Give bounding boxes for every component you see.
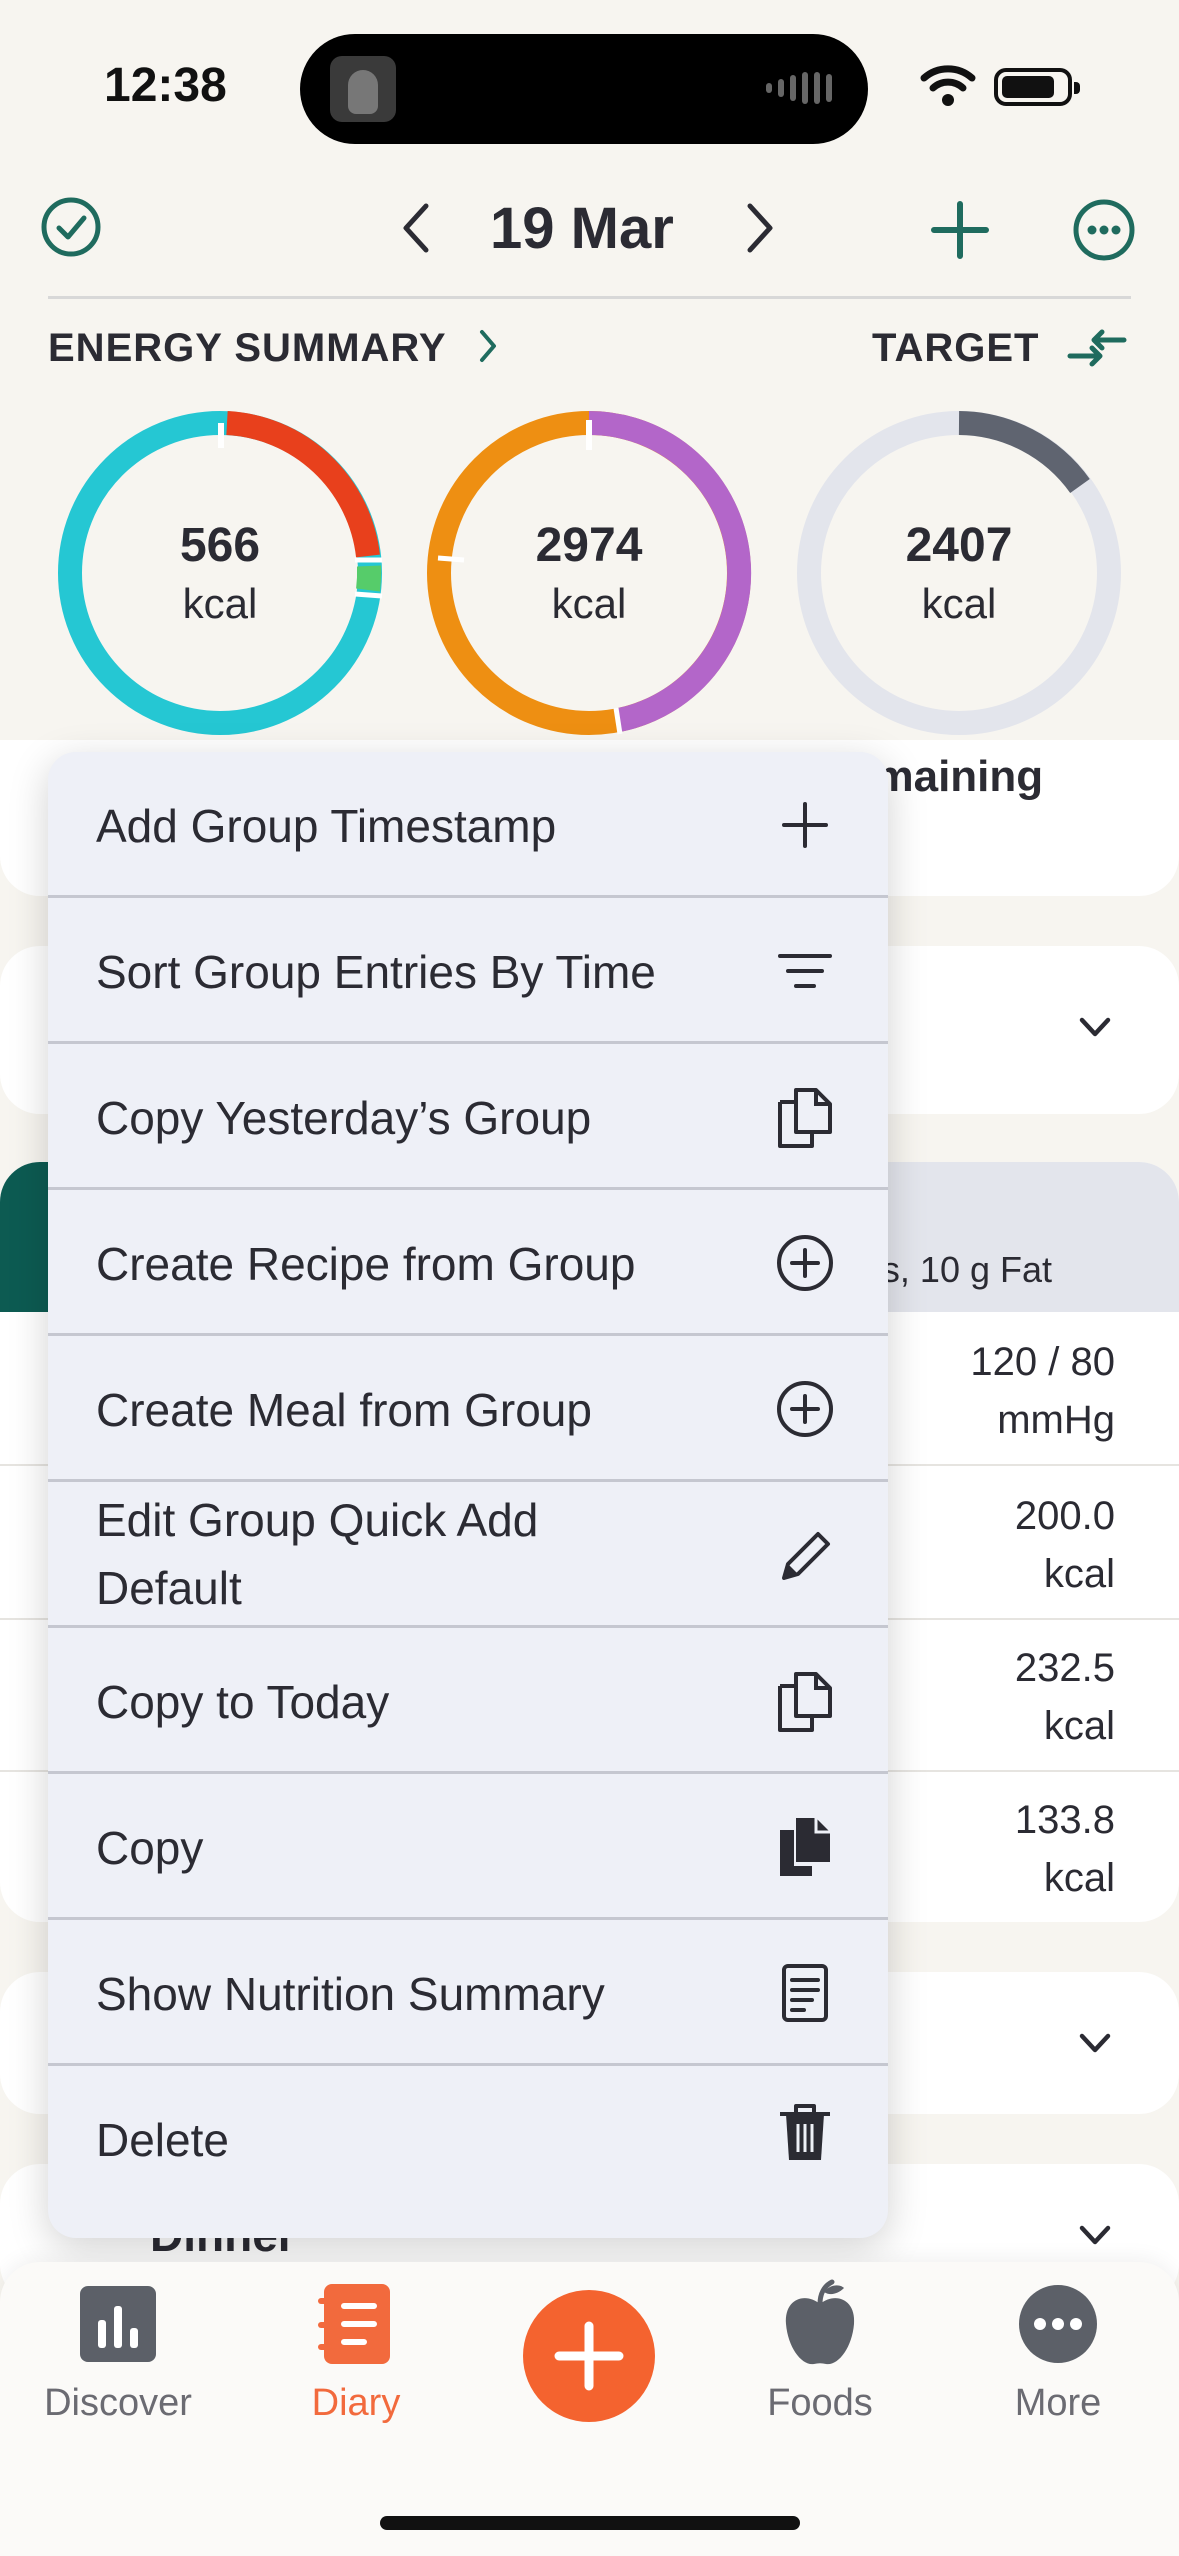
- chevron-right-icon[interactable]: [740, 200, 780, 256]
- menu-item-show-nutrition-summary[interactable]: Show Nutrition Summary: [48, 1920, 888, 2066]
- menu-item-label: Create Meal from Group: [96, 1384, 592, 1436]
- entry-value-1a: 120 / 80: [970, 1340, 1115, 1384]
- menu-item-label: Copy Yesterday’s Group: [96, 1092, 592, 1144]
- wifi-icon: [920, 65, 976, 106]
- circle-plus-icon: [777, 1235, 833, 1291]
- pencil-icon: [782, 1532, 830, 1580]
- dynamic-island[interactable]: [300, 34, 868, 144]
- add-fab-button[interactable]: [523, 2290, 655, 2422]
- diary-notebook-icon: [318, 2284, 390, 2364]
- entry-value-3a: 232.5: [1014, 1646, 1115, 1690]
- remaining-unit: kcal: [921, 580, 997, 627]
- consumed-unit: kcal: [182, 580, 258, 627]
- menu-item-label: Sort Group Entries By Time: [96, 946, 656, 998]
- entry-value-4a: 133.8: [1014, 1798, 1115, 1842]
- menu-item-label: Show Nutrition Summary: [96, 1968, 605, 2020]
- sort-lines-icon: [778, 954, 832, 988]
- chevron-down-icon[interactable]: [1076, 2030, 1114, 2058]
- menu-item-label: Edit Group Quick Add Default: [96, 1494, 539, 1614]
- menu-item-sort-entries-by-time[interactable]: Sort Group Entries By Time: [48, 898, 888, 1044]
- entry-value-2b: kcal: [1043, 1552, 1115, 1596]
- menu-item-add-group-timestamp[interactable]: Add Group Timestamp: [48, 752, 888, 898]
- date-title[interactable]: 19 Mar: [490, 195, 674, 262]
- tab-label: Diary: [311, 2382, 401, 2424]
- entry-value-3b: kcal: [1043, 1704, 1115, 1748]
- remaining-value: 2407: [905, 519, 1013, 572]
- menu-item-copy-to-today[interactable]: Copy to Today: [48, 1628, 888, 1774]
- menu-item-label: Delete: [96, 2114, 229, 2166]
- plus-icon: [554, 2321, 624, 2391]
- chevron-left-icon[interactable]: [396, 200, 436, 256]
- chevron-right-icon[interactable]: [474, 326, 502, 366]
- menu-item-create-recipe-from-group[interactable]: Create Recipe from Group: [48, 1190, 888, 1336]
- target-label[interactable]: TARGET: [872, 326, 1039, 371]
- tab-label: Discover: [44, 2382, 192, 2424]
- circle-plus-icon: [777, 1381, 833, 1437]
- copy-document-icon: [778, 1672, 832, 1732]
- menu-item-copy-yesterdays-group[interactable]: Copy Yesterday’s Group: [48, 1044, 888, 1190]
- burned-ring[interactable]: 2974 kcal: [424, 408, 754, 738]
- chart-bars-icon: [80, 2286, 156, 2362]
- group-macros-text: os, 10 g Fat: [861, 1249, 1052, 1290]
- copy-document-icon: [778, 1088, 832, 1148]
- group-context-menu: Add Group Timestamp Sort Group Entries B…: [48, 752, 888, 2238]
- status-time: 12:38: [104, 59, 227, 112]
- consumed-ring[interactable]: 566 kcal: [55, 408, 385, 738]
- home-indicator[interactable]: [380, 2516, 800, 2530]
- menu-item-label: Create Recipe from Group: [96, 1238, 636, 1290]
- copy-filled-icon: [780, 1818, 830, 1876]
- entry-value-1b: mmHg: [997, 1398, 1115, 1442]
- more-dots-icon: [1019, 2285, 1097, 2363]
- menu-item-delete[interactable]: Delete: [48, 2066, 888, 2238]
- status-bar: 12:38: [0, 0, 1179, 160]
- energy-summary-label[interactable]: ENERGY SUMMARY: [48, 326, 447, 371]
- menu-item-create-meal-from-group[interactable]: Create Meal from Group: [48, 1336, 888, 1482]
- apple-icon: [785, 2279, 855, 2365]
- plus-icon[interactable]: [930, 200, 990, 260]
- menu-item-label: Copy: [96, 1822, 204, 1874]
- entry-value-4b: kcal: [1043, 1856, 1115, 1900]
- menu-item-copy[interactable]: Copy: [48, 1774, 888, 1920]
- tab-label: More: [1014, 2382, 1102, 2424]
- entry-value-2a: 200.0: [1014, 1494, 1115, 1538]
- menu-item-label: Add Group Timestamp: [96, 800, 557, 852]
- tab-label: Foods: [767, 2382, 873, 2424]
- check-circle-icon[interactable]: [40, 196, 102, 258]
- remaining-ring[interactable]: 2407 kcal: [794, 408, 1124, 738]
- burned-value: 2974: [535, 519, 643, 572]
- now-playing-artwork: [330, 56, 396, 122]
- audio-waveform-icon: [766, 72, 832, 104]
- plus-icon: [782, 802, 828, 848]
- header-divider: [48, 296, 1131, 299]
- trash-icon: [780, 2104, 830, 2160]
- menu-item-label: Copy to Today: [96, 1676, 390, 1728]
- chevron-down-icon[interactable]: [1076, 1014, 1114, 1042]
- swap-arrows-icon[interactable]: [1066, 326, 1128, 370]
- consumed-value: 566: [179, 519, 261, 572]
- menu-item-edit-group-quick-add-default[interactable]: Edit Group Quick Add Default: [48, 1482, 888, 1628]
- battery-icon: [994, 68, 1080, 106]
- chevron-down-icon[interactable]: [1076, 2222, 1114, 2250]
- document-list-icon: [782, 1964, 828, 2022]
- burned-unit: kcal: [551, 580, 627, 627]
- more-circle-icon[interactable]: [1072, 198, 1136, 262]
